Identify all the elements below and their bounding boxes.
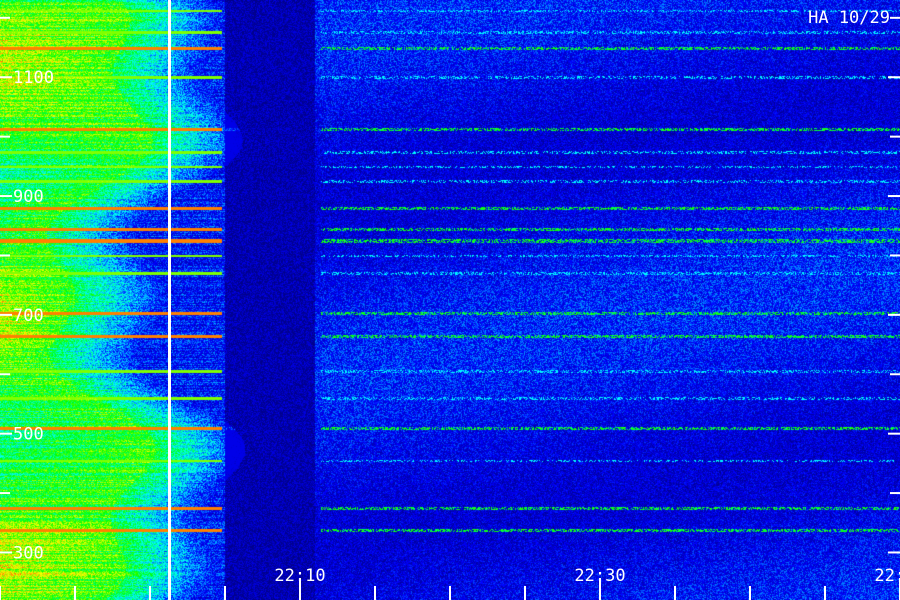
- x-tick-label: 22:50: [874, 566, 900, 586]
- x-axis-labels: 22:10 22:30 22:50: [274, 566, 900, 586]
- chart-overlay: 22:10 22:30 22:50 1100 900 700 500 300 HA 10/2…: [0, 0, 900, 600]
- x-tick-label: 22:10: [274, 566, 325, 586]
- x-tick-label: 22:30: [574, 566, 625, 586]
- y-tick-label: 700: [13, 306, 44, 326]
- y-axis-labels: 1100 900 700 500 300: [13, 68, 54, 563]
- y-tick-label: 500: [13, 425, 44, 445]
- y-tick-label: 300: [13, 543, 44, 563]
- y-axis-ticks: [0, 16, 900, 554]
- y-tick-label: 1100: [13, 68, 54, 88]
- y-tick-label: 900: [13, 187, 44, 207]
- spectrogram-chart: 22:10 22:30 22:50 1100 900 700 500 300 HA 10/2…: [0, 0, 900, 600]
- x-axis-ticks: [0, 578, 900, 600]
- chart-title: HA 10/29: [808, 8, 890, 28]
